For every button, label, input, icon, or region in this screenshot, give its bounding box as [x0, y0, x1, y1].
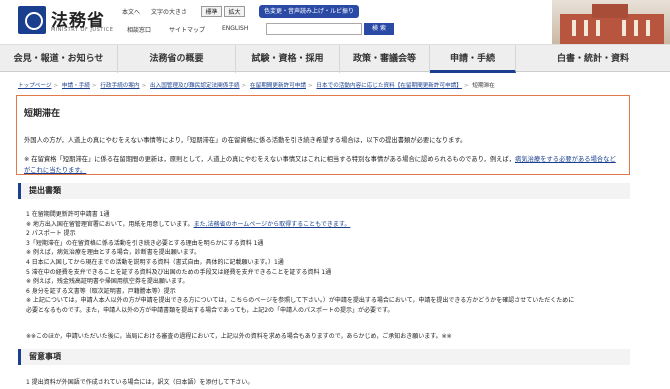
notes-list: 1 提出資料が外国語で作成されている場合には，訳文（日本語）を添付して下さい。 — [26, 377, 253, 386]
breadcrumb-item[interactable]: 行政手続の案内 — [100, 83, 139, 89]
font-size-large-button[interactable]: 拡大 — [224, 6, 245, 17]
english-link[interactable]: ENGLISH — [222, 25, 248, 32]
list-item: ※ 地方出入国在留管理官署において，用紙を用意しています。また,法務省のホームペ… — [26, 220, 351, 228]
breadcrumb-current: 短期滞在 — [472, 83, 495, 89]
notice-note: ※ 在留資格「短期滞在」に係る在留期間の更新は，原則として，人道上の真にやむをえ… — [24, 154, 622, 176]
list-item: 6 身分を証する文書等（取次証明書，戸籍謄本等）提示 — [26, 287, 176, 295]
breadcrumb-item[interactable]: 申請・手続 — [62, 83, 90, 89]
nav-news[interactable]: 会見・報道・お知らせ — [0, 45, 118, 73]
breadcrumb-item[interactable]: トップページ — [18, 83, 51, 89]
nav-overview[interactable]: 法務省の概要 — [118, 45, 236, 73]
breadcrumb: トップページ > 申請・手続 > 行政手続の案内 > 出入国管理及び難民認定法関係手続… — [18, 83, 495, 89]
list-item: ※ 上記については，申請人本人以外の方が申請を提出できる方については，こちらのペ… — [26, 297, 575, 305]
list-item: 1 在留期間更新許可申請書 1通 — [26, 211, 110, 218]
list-item: ※ 例えば，病気治療を理由とする場合，診断書を提出願います。 — [26, 249, 201, 257]
font-size-standard-button[interactable]: 標準 — [201, 6, 222, 17]
font-size-label: 文字の大きさ — [151, 9, 188, 16]
nav-whitepapers[interactable]: 白書・統計・資料 — [516, 45, 670, 73]
list-item: ※ 例えば，残金残高証明書や帰国用航空券を提出願います。 — [26, 278, 189, 286]
building-photo — [552, 0, 670, 44]
page-title: 短期滞在 — [24, 109, 61, 119]
section-heading-documents: 提出書類 — [18, 183, 630, 199]
breadcrumb-item[interactable]: 在留期間更新許可申請 — [250, 83, 306, 89]
nav-exams[interactable]: 試験・資格・採用 — [236, 45, 340, 73]
breadcrumb-item[interactable]: 出入国管理及び難民認定法関係手続 — [150, 83, 240, 89]
list-item: 5 滞在中の経費を支弁できることを証する資料及び出国のための手段又は経費を支弁で… — [26, 268, 332, 276]
search-input[interactable] — [266, 23, 362, 35]
breadcrumb-item[interactable]: 日本での活動内容に応じた資料【在留期間更新許可申請】 — [316, 83, 461, 89]
list-item: 2 パスポート 提示 — [26, 230, 76, 238]
section-heading-notes: 留意事項 — [18, 349, 630, 365]
ministry-logo-icon[interactable] — [18, 6, 46, 34]
ministry-subtitle: MINISTRY OF JUSTICE — [51, 27, 114, 33]
list-item: 1 提出資料が外国語で作成されている場合には，訳文（日本語）を添付して下さい。 — [26, 379, 254, 386]
notice-note-text: ※ 在留資格「短期滞在」に係る在留期間の更新は，原則として，人道上の真にやむをえ… — [24, 156, 516, 163]
notice-text: 外国人の方が，人道上の真にやむをえない事情等により，「短期滞在」の在留資格に係る… — [24, 137, 467, 144]
accessibility-button[interactable]: 色変更・音声読み上げ・ルビ振り — [259, 5, 360, 18]
sitemap-link[interactable]: サイトマップ — [169, 25, 205, 34]
closing-note: ※※このほか，申請いただいた後に，当局における審査の過程において，上記以外の資料… — [26, 333, 452, 340]
list-item: 3「短期滞在」の在留資格に係る活動を引き続き必要とする理由を明らかにする資料 1… — [26, 239, 264, 247]
list-item: 4 日本に入国してから現在までの活動を説明する資料（書式自由，具体的に記載願いま… — [26, 258, 284, 266]
global-nav: 会見・報道・お知らせ 法務省の概要 試験・資格・採用 政策・審議会等 申請・手続… — [0, 44, 670, 73]
site-header: 法務省 MINISTRY OF JUSTICE 本文へ 文字の大きさ 標準 拡大… — [0, 0, 670, 44]
documents-list: 1 在留期間更新許可申請書 1通 ※ 地方出入国在留管理官署において，用紙を用意… — [26, 210, 636, 316]
notice-box: 短期滞在 外国人の方が，人道上の真にやむをえない事情等により，「短期滞在」の在留… — [16, 95, 630, 175]
nav-applications[interactable]: 申請・手続 — [430, 45, 516, 73]
list-item: 必要となるものです。また，申請人以外の方が申請書類を提出する場合であっても，上記… — [26, 306, 394, 314]
consultation-link[interactable]: 相談窓口 — [127, 25, 151, 34]
skip-to-content-link[interactable]: 本文へ — [122, 7, 140, 16]
download-form-link[interactable]: また,法務省のホームページから取得することもできます。 — [194, 221, 351, 228]
nav-policy[interactable]: 政策・審議会等 — [340, 45, 430, 73]
search-button[interactable]: 検 索 — [364, 23, 394, 35]
